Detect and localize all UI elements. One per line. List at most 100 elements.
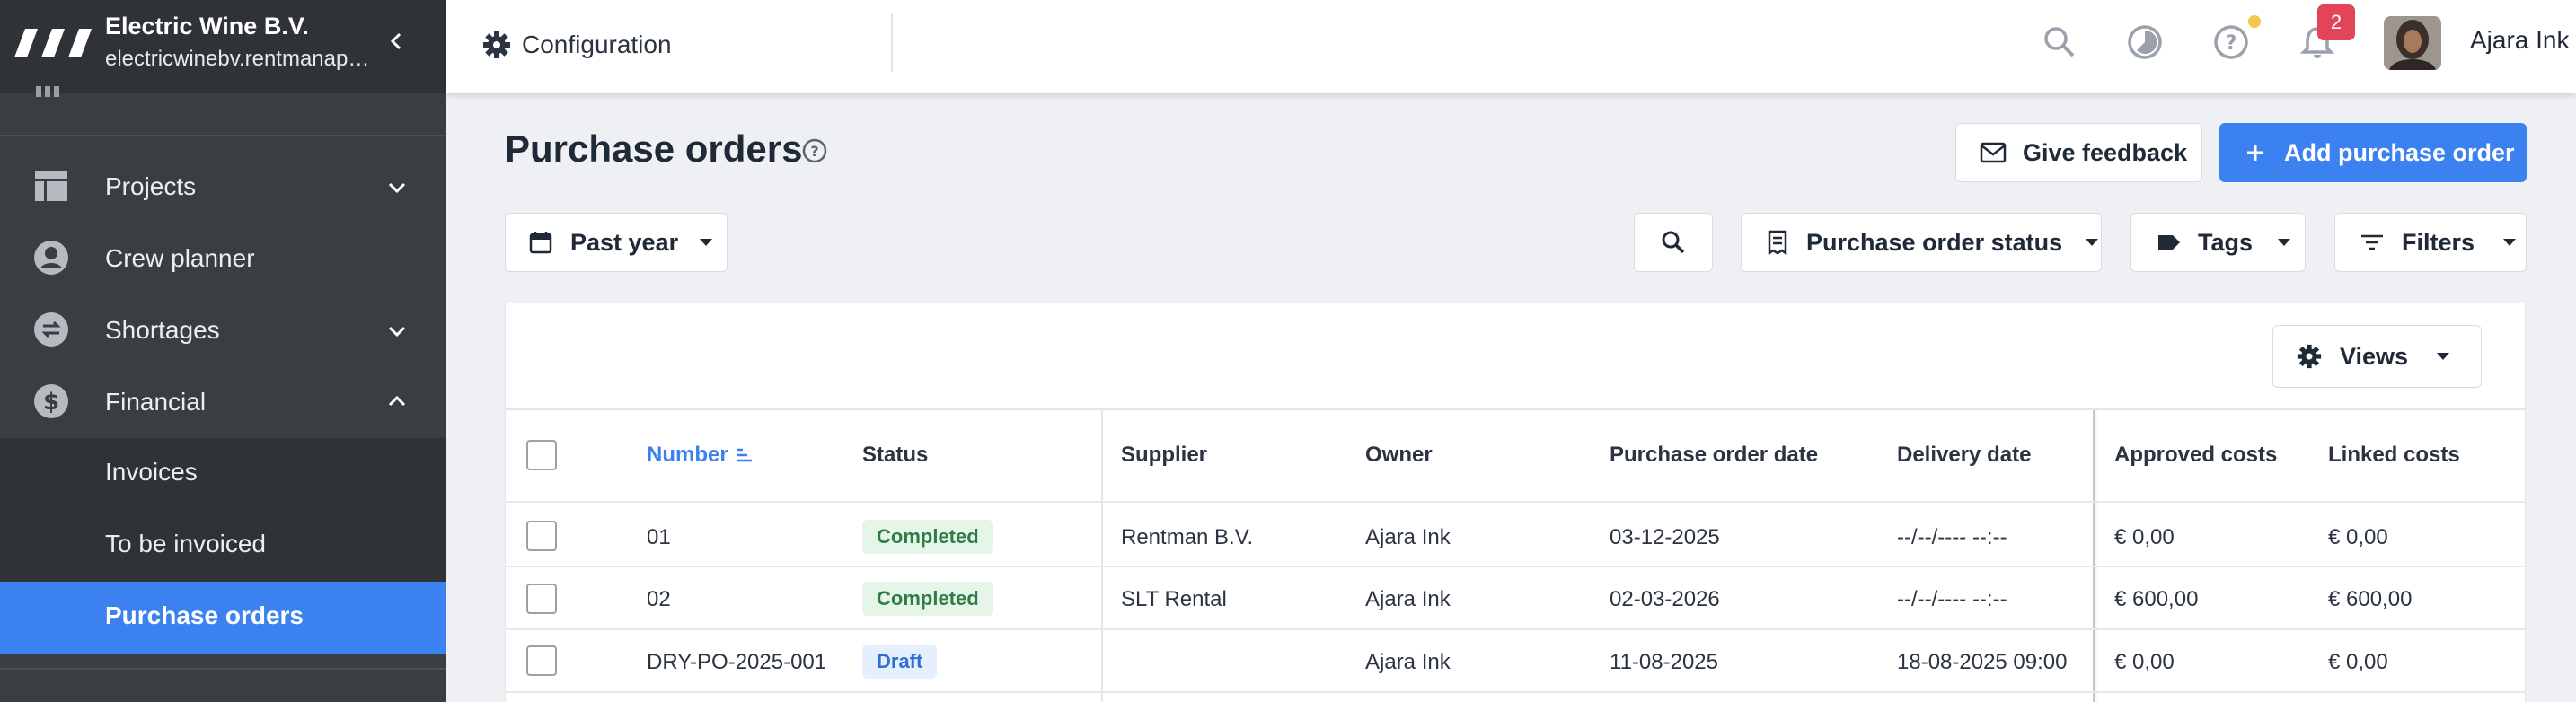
status-badge: Draft (862, 645, 938, 679)
sidebar-item-label: Crew planner (105, 244, 255, 272)
sidebar-subitem-label: Invoices (105, 458, 198, 486)
dollar-icon: $ (34, 384, 68, 418)
row-checkbox[interactable] (526, 521, 557, 551)
add-purchase-order-button[interactable]: Add purchase order (2219, 123, 2527, 182)
period-filter-label: Past year (570, 228, 679, 256)
column-header-approved-costs[interactable]: Approved costs (2114, 443, 2277, 468)
cell-linked-costs: € 0,00 (2328, 525, 2388, 549)
row-checkbox[interactable] (526, 645, 557, 676)
configuration-link[interactable]: Configuration (482, 27, 672, 63)
row-divider (506, 628, 2525, 630)
cell-owner: Ajara Ink (1365, 650, 1451, 674)
row-divider (506, 501, 2525, 503)
views-button[interactable]: Views (2272, 325, 2482, 388)
status-filter-label: Purchase order status (1806, 228, 2063, 256)
caret-down-icon (2278, 239, 2291, 246)
gear-icon (483, 31, 510, 58)
cell-delivery-date: --/--/---- --:-- (1897, 525, 2007, 549)
search-icon[interactable] (2039, 22, 2080, 63)
cell-number[interactable]: 01 (647, 525, 671, 550)
topbar-divider (891, 13, 893, 72)
sidebar-item-label: Shortages (105, 316, 220, 344)
sidebar-subitem-to-be-invoiced[interactable]: To be invoiced (0, 510, 446, 582)
company-domain: electricwinebv.rentmanap… (105, 47, 370, 71)
receipt-icon (1768, 230, 1787, 255)
add-purchase-order-label: Add purchase order (2284, 138, 2515, 166)
avatar[interactable] (2384, 16, 2441, 70)
user-photo-icon (2384, 16, 2441, 70)
column-header-owner[interactable]: Owner (1365, 443, 1433, 468)
sidebar-item-label: Financial (105, 388, 207, 416)
frozen-columns-divider (1101, 410, 1103, 702)
sidebar-item-financial[interactable]: $ Financial (0, 366, 446, 438)
table-icon (35, 171, 67, 201)
give-feedback-button[interactable]: Give feedback (1955, 123, 2202, 182)
sidebar-item-shortages[interactable]: Shortages (0, 294, 446, 366)
help-icon[interactable]: ? (2210, 22, 2252, 63)
sidebar-header[interactable]: Electric Wine B.V. electricwinebv.rentma… (0, 0, 446, 93)
cell-purchase-order-date: 02-03-2026 (1610, 587, 1720, 611)
question-circle-icon[interactable]: ? (800, 136, 829, 165)
chevron-up-icon (388, 395, 406, 407)
gear-icon (2297, 344, 2322, 369)
filters-button[interactable]: Filters (2334, 213, 2527, 272)
sidebar-item-projects[interactable]: Projects (0, 151, 446, 223)
page-title: Purchase orders (505, 127, 803, 170)
rentman-logo-icon (14, 29, 92, 57)
tag-icon (2158, 235, 2180, 250)
column-header-status[interactable]: Status (862, 443, 928, 468)
give-feedback-label: Give feedback (2023, 138, 2188, 166)
collapse-sidebar-button[interactable] (382, 23, 412, 59)
sidebar-item-crew-planner[interactable]: Crew planner (0, 223, 446, 294)
cell-purchase-order-date: 11-08-2025 (1610, 650, 1718, 674)
sidebar-subitem-invoices[interactable]: Invoices (0, 438, 446, 510)
column-header-delivery-date[interactable]: Delivery date (1897, 443, 2031, 468)
timer-icon[interactable] (2124, 22, 2166, 63)
company-name: Electric Wine B.V. (105, 13, 309, 39)
sidebar-divider (0, 135, 446, 136)
cell-number[interactable]: 02 (647, 587, 671, 612)
caret-down-icon (700, 239, 713, 246)
row-divider (506, 566, 2525, 567)
select-all-checkbox[interactable] (526, 440, 557, 470)
column-header-linked-costs[interactable]: Linked costs (2328, 443, 2460, 468)
caret-down-icon (2437, 353, 2450, 360)
caret-down-icon (2503, 239, 2517, 246)
cell-approved-costs: € 0,00 (2114, 650, 2175, 674)
column-header-label: Number (647, 443, 728, 467)
sidebar-subitem-label: To be invoiced (105, 530, 267, 557)
status-badge: Completed (862, 520, 993, 554)
configuration-label: Configuration (522, 31, 672, 58)
cell-supplier: Rentman B.V. (1121, 525, 1254, 549)
cell-approved-costs: € 600,00 (2114, 587, 2199, 611)
mail-icon (1980, 142, 2007, 163)
cell-approved-costs: € 0,00 (2114, 525, 2175, 549)
status-badge: Completed (862, 582, 993, 616)
table-search-button[interactable] (1634, 213, 1713, 272)
cell-owner: Ajara Ink (1365, 587, 1451, 611)
scrolled-item-icon (36, 86, 59, 97)
sort-ascending-icon (737, 448, 752, 462)
filters-label: Filters (2402, 228, 2475, 256)
notification-badge: 2 (2317, 4, 2355, 40)
chevron-down-icon (388, 326, 406, 338)
column-header-supplier[interactable]: Supplier (1121, 443, 1207, 468)
sidebar-subitem-purchase-orders[interactable]: Purchase orders (0, 582, 446, 654)
plus-icon (2247, 145, 2263, 161)
user-name[interactable]: Ajara Ink (2470, 26, 2570, 55)
column-header-purchase-order-date[interactable]: Purchase order date (1610, 443, 1818, 468)
cell-linked-costs: € 0,00 (2328, 650, 2388, 674)
help-indicator-dot (2248, 15, 2261, 28)
person-icon (34, 241, 68, 275)
period-filter-button[interactable]: Past year (505, 213, 728, 272)
search-icon (1662, 231, 1685, 254)
cell-number[interactable]: DRY-PO-2025-001 (647, 650, 826, 675)
sidebar-subitem-label: Purchase orders (105, 601, 304, 629)
column-header-number[interactable]: Number (647, 443, 754, 468)
tags-filter-button[interactable]: Tags (2130, 213, 2306, 272)
sticky-columns-shadow (2093, 410, 2098, 702)
status-filter-button[interactable]: Purchase order status (1741, 213, 2102, 272)
sidebar: Electric Wine B.V. electricwinebv.rentma… (0, 0, 446, 702)
svg-text:?: ? (2226, 32, 2237, 55)
row-checkbox[interactable] (526, 584, 557, 614)
